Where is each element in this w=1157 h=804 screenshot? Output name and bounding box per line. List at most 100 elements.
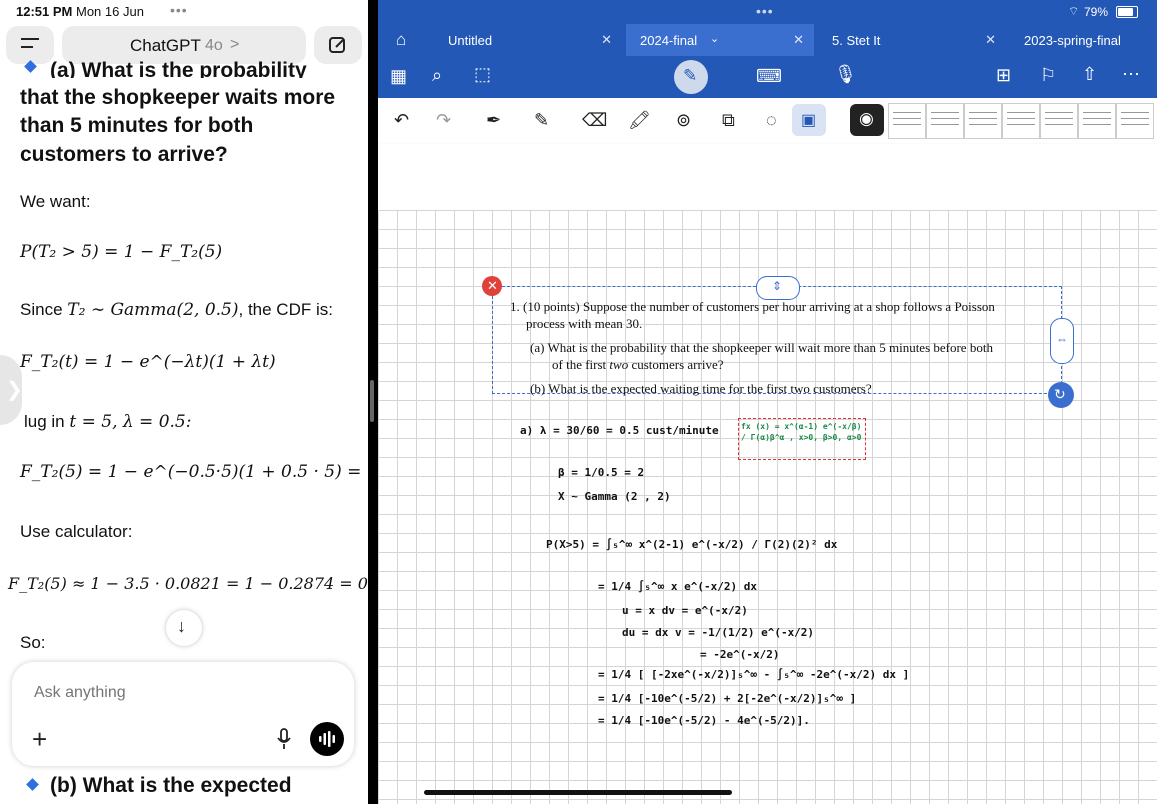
since-prefix: Since (20, 300, 63, 319)
problem-intro: 1. (10 points) Suppose the number of cus… (510, 299, 995, 314)
eraser-icon[interactable]: ⌫ (582, 110, 607, 131)
slide-over-handle[interactable]: ❯ (0, 355, 23, 425)
rotate-icon: ↻ (1054, 386, 1066, 402)
delete-image-button[interactable]: ✕ (482, 276, 502, 296)
camera-button[interactable]: ◉ (850, 104, 884, 136)
add-page-icon[interactable]: ⊞ (996, 65, 1011, 86)
bookmark-icon[interactable]: ⚐ (1040, 65, 1056, 86)
battery-icon (1116, 6, 1138, 18)
microphone-icon[interactable] (276, 728, 292, 750)
tab-untitled[interactable]: Untitled ✕ (434, 24, 622, 56)
pen-mode-button[interactable]: ✎ (674, 60, 708, 94)
equation-survival: P(T₂ > 5) = 1 − F_T₂(5) (20, 242, 223, 262)
pencil-icon[interactable]: ✎ (534, 110, 549, 131)
chevron-right-icon: ❯ (6, 379, 23, 401)
question-line-1: (a) What is the probability (50, 59, 307, 78)
page-thumbnail[interactable] (1078, 103, 1116, 139)
top-toolbar: ▦ ⌕ ⬚ ✎ ⌨ 🎙 ⊞ ⚐ ⇧ ⋯ (378, 56, 1157, 98)
magic-select-icon[interactable]: ⬚ (474, 64, 491, 85)
problem-intro-2: process with mean 30. (526, 316, 643, 331)
hw-line-eval-1: = 1/4 [ [-2xe^(-x/2)]₅^∞ - ∫₅^∞ -2e^(-x/… (598, 668, 910, 681)
microphone-icon[interactable]: 🎙 (834, 64, 857, 85)
shape-icon[interactable]: ⊚ (676, 110, 691, 131)
message-input[interactable] (32, 680, 336, 706)
arrow-down-icon: ↓ (177, 616, 186, 636)
page-top-margin (378, 144, 1157, 211)
status-bar: 12:51 PM Mon 16 Jun ••• (0, 0, 368, 24)
problem-part-b: (b) What is the expected waiting time fo… (530, 381, 872, 396)
we-want-text: We want: (20, 192, 91, 211)
plug-math: t = 5, λ = 0.5: (69, 412, 192, 432)
hw-line-parts-1: u = x dv = e^(-x/2) (622, 604, 748, 617)
multitask-dots-icon[interactable]: ••• (170, 2, 188, 18)
close-icon[interactable]: ✕ (985, 32, 996, 48)
resize-horizontal-handle[interactable]: ⇔ (1050, 318, 1074, 364)
document-tabs: ⌂ Untitled ✕ 2024-final ⌄ ✕ 5. Stet It ✕ 2… (378, 24, 1157, 56)
image-tool-button[interactable]: ▣ (792, 104, 826, 136)
highlighter-icon[interactable]: 🖍 (628, 110, 651, 131)
tab-2023-spring-final[interactable]: 2023-spring-final (1010, 24, 1157, 56)
page-thumbnail[interactable] (964, 103, 1002, 139)
tab-stet-it[interactable]: 5. Stet It ✕ (818, 24, 1006, 56)
home-icon[interactable]: ⌂ (396, 30, 406, 50)
menu-button[interactable] (6, 26, 54, 64)
page-thumbnail[interactable] (1040, 103, 1078, 139)
wifi-icon: ⌔ (1068, 4, 1080, 18)
thumbnails-grid-icon[interactable]: ▦ (390, 66, 407, 87)
question-line-3: than 5 minutes for both (20, 114, 254, 137)
page-thumbnail[interactable] (1002, 103, 1040, 139)
so-text: So: (20, 633, 46, 652)
hw-line-integral: P(X>5) = ∫₅^∞ x^(2-1) e^(-x/2) / Γ(2)(2)… (546, 538, 838, 551)
pasted-image-selection[interactable]: 1. (10 points) Suppose the number of cus… (492, 286, 1062, 396)
page-thumbnail[interactable] (926, 103, 964, 139)
tab-2024-final[interactable]: 2024-final ⌄ ✕ (626, 24, 814, 56)
scroll-down-button[interactable]: ↓ (166, 610, 202, 646)
since-suffix: , the CDF is: (238, 300, 333, 319)
hw-line-eval-3: = 1/4 [-10e^(-5/2) - 4e^(-5/2)]. (598, 714, 810, 727)
status-day: Mon 16 Jun (76, 4, 144, 19)
question-line-4: customers to arrive? (20, 143, 228, 166)
chevron-right-icon: > (230, 36, 240, 53)
diamond-bullet-icon (26, 778, 40, 794)
redo-icon[interactable]: ↷ (436, 110, 451, 131)
undo-icon[interactable]: ↶ (394, 110, 409, 131)
close-icon[interactable]: ✕ (793, 32, 804, 48)
voice-mode-button[interactable] (310, 722, 344, 756)
app-title: ChatGPT (130, 36, 201, 55)
status-time: 12:51 PM (16, 4, 73, 19)
use-calculator-text: Use calculator: (20, 522, 133, 541)
chevron-down-icon: ⌄ (710, 33, 720, 45)
keyboard-icon[interactable]: ⌨ (756, 66, 782, 87)
menu-icon (21, 38, 39, 40)
notes-pane: ••• ⌔ 79% ⌂ Untitled ✕ 2024-final ⌄ ✕ 5. … (378, 0, 1157, 804)
gamma-pdf-formula: fx (x) = x^(α-1) e^(-x/β) / Γ(α)β^α , x>… (741, 422, 862, 442)
since-line: Since T₂ ∼ Gamma(2, 0.5), the CDF is: (20, 300, 333, 320)
more-icon[interactable]: ⋯ (1122, 64, 1140, 85)
model-name: 4o (205, 37, 223, 54)
compose-icon (329, 37, 345, 53)
resize-vertical-handle[interactable]: ⇕ (756, 276, 800, 300)
search-icon[interactable]: ⌕ (432, 65, 442, 86)
new-chat-button[interactable] (314, 26, 362, 64)
sticker-icon[interactable]: ⧉ (722, 110, 735, 131)
rotate-image-button[interactable]: ↻ (1048, 382, 1074, 408)
camera-icon: ◉ (859, 109, 874, 128)
since-math: T₂ ∼ Gamma(2, 0.5) (67, 300, 239, 320)
page-thumbnail[interactable] (888, 103, 926, 139)
lasso-icon[interactable]: ◌ (766, 110, 777, 131)
plug-prefix: lug in (24, 412, 65, 431)
part-b-heading: (b) What is the expected (50, 774, 292, 797)
close-icon[interactable]: ✕ (601, 32, 612, 48)
hw-line-simplify: = 1/4 ∫₅^∞ x e^(-x/2) dx (598, 580, 757, 593)
equation-calc: F_T₂(5) ≈ 1 − 3.5 · 0.0821 = 1 − 0.2874 … (8, 574, 368, 593)
page-thumbnail[interactable] (1116, 103, 1154, 139)
share-icon[interactable]: ⇧ (1082, 64, 1097, 85)
image-icon: ▣ (801, 112, 817, 129)
add-attachment-icon[interactable]: + (32, 724, 47, 755)
waveform-icon (319, 731, 335, 747)
fountain-pen-icon[interactable]: ✒ (486, 110, 501, 131)
split-view-divider[interactable] (370, 380, 374, 422)
pen-icon: ✎ (683, 66, 698, 85)
multitask-dots-icon[interactable]: ••• (756, 3, 774, 19)
hw-line-beta: β = 1/0.5 = 2 (558, 466, 645, 479)
